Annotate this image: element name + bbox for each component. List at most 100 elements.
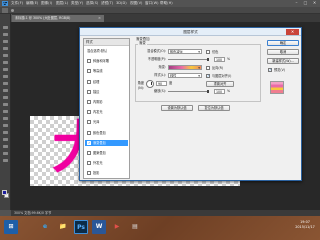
start-button[interactable]: ⊞ [4, 220, 18, 234]
crop-tool-icon[interactable] [3, 54, 8, 57]
eyedropper-tool-icon[interactable] [3, 61, 8, 64]
style-checkbox[interactable] [87, 140, 91, 145]
quick-select-tool-icon[interactable] [3, 47, 8, 50]
ok-button[interactable]: 确定 [267, 40, 299, 46]
cancel-button[interactable]: 取消 [267, 49, 299, 55]
preview-checkbox[interactable] [268, 68, 272, 72]
zoom-tool-icon[interactable] [3, 159, 8, 162]
style-checkbox[interactable] [87, 69, 91, 74]
menu-select[interactable]: 选择(S) [86, 1, 98, 6]
dither-checkbox[interactable] [206, 49, 210, 54]
internet-explorer-icon[interactable]: e [38, 220, 52, 234]
reverse-checkbox[interactable] [206, 65, 210, 70]
style-checkbox[interactable] [87, 120, 91, 125]
menu-layer[interactable]: 图层(L) [56, 1, 68, 6]
move-tool-icon[interactable] [3, 26, 8, 29]
menu-view[interactable]: 视图(V) [130, 1, 142, 6]
style-checkbox[interactable] [87, 161, 91, 166]
menu-filter[interactable]: 滤镜(T) [101, 1, 113, 6]
angle-dial[interactable] [146, 80, 154, 88]
hand-tool-icon[interactable] [3, 152, 8, 155]
reset-alignment-button[interactable]: 重置对齐 [206, 80, 234, 87]
style-checkbox[interactable] [87, 59, 91, 64]
menu-3d[interactable]: 3D(D) [116, 1, 127, 6]
style-item[interactable]: 等高线 [85, 68, 128, 74]
dialog-close-button[interactable]: ✕ [286, 29, 299, 35]
foreground-color-swatch[interactable] [2, 190, 7, 195]
menu-edit[interactable]: 编辑(E) [26, 1, 38, 6]
scale-input[interactable]: 100 [214, 89, 225, 94]
style-checkbox[interactable] [87, 130, 91, 135]
style-item[interactable]: 混合选项:默认 [85, 48, 128, 54]
close-window-button[interactable]: ✕ [310, 0, 319, 6]
app-icon[interactable]: ▤ [128, 220, 142, 234]
dodge-tool-icon[interactable] [3, 117, 8, 120]
new-style-button[interactable]: 新建样式(W)... [267, 58, 299, 64]
style-item[interactable]: 描边 [85, 89, 128, 95]
opacity-slider[interactable] [168, 59, 208, 60]
eraser-tool-icon[interactable] [3, 96, 8, 99]
menu-file[interactable]: 文件(F) [11, 1, 23, 6]
path-select-tool-icon[interactable] [3, 138, 8, 141]
word-icon[interactable]: W [92, 220, 106, 234]
style-item[interactable]: 颜色叠加 [85, 130, 128, 136]
gradient-tool-icon[interactable] [3, 103, 8, 106]
style-checkbox[interactable] [87, 110, 91, 115]
media-player-icon[interactable]: ▶ [110, 220, 124, 234]
opacity-slider-thumb[interactable] [207, 58, 209, 61]
make-default-button[interactable]: 设置为默认值 [161, 105, 193, 111]
style-item-label: 描边 [93, 89, 100, 94]
maximize-button[interactable]: □ [301, 0, 310, 6]
close-tab-icon[interactable]: × [98, 15, 101, 22]
style-item[interactable]: 渐变叠加 [85, 139, 128, 146]
style-item[interactable]: 外发光 [85, 160, 128, 166]
file-explorer-icon[interactable]: 📁 [56, 220, 70, 234]
blend-mode-select[interactable]: 颜色减淡 [168, 49, 202, 54]
style-checkbox[interactable] [87, 79, 91, 84]
clone-stamp-tool-icon[interactable] [3, 82, 8, 85]
style-item[interactable]: 图案叠加 [85, 150, 128, 156]
style-item[interactable]: 光泽 [85, 119, 128, 125]
style-checkbox[interactable] [87, 100, 91, 104]
menu-image[interactable]: 图像(I) [41, 1, 52, 6]
blur-tool-icon[interactable] [3, 110, 8, 113]
marquee-tool-icon[interactable] [3, 33, 8, 36]
shape-tool-icon[interactable] [3, 145, 8, 148]
style-item[interactable]: 内阴影 [85, 99, 128, 105]
brush-tool-icon[interactable] [3, 75, 8, 78]
menu-help[interactable]: 帮助(H) [160, 1, 173, 6]
style-label: 样式(L): [154, 73, 166, 77]
dialog-titlebar[interactable]: 图层样式 ✕ [80, 28, 301, 36]
lasso-tool-icon[interactable] [3, 40, 8, 43]
history-brush-tool-icon[interactable] [3, 89, 8, 92]
healing-tool-icon[interactable] [3, 68, 8, 71]
current-tool-icon[interactable] [2, 8, 8, 13]
scale-slider[interactable] [168, 91, 208, 92]
styles-header[interactable]: 样式 [84, 39, 129, 46]
pen-tool-icon[interactable] [3, 124, 8, 127]
style-select[interactable]: 线性 [168, 73, 202, 78]
menu-type[interactable]: 类型(Y) [71, 1, 83, 6]
scale-slider-thumb[interactable] [207, 90, 209, 93]
style-item[interactable]: 内发光 [85, 109, 128, 115]
minimize-button[interactable]: – [292, 0, 301, 6]
photoshop-taskbar-icon[interactable]: Ps [74, 220, 88, 234]
clock[interactable]: 19:07 2015/11/17 [291, 220, 319, 230]
style-checkbox[interactable] [87, 171, 91, 176]
reset-to-default-button[interactable]: 复位为默认值 [198, 105, 230, 111]
opacity-label: 不透明度(P): [147, 57, 166, 61]
style-checkbox[interactable] [87, 151, 91, 155]
angle-input[interactable]: 90 [156, 81, 167, 86]
type-tool-icon[interactable] [3, 131, 8, 134]
style-item[interactable]: 斜面和浮雕 [85, 58, 128, 64]
gradient-picker[interactable] [168, 65, 202, 70]
align-with-layer-checkbox[interactable] [206, 73, 210, 78]
style-item-label: 等高线 [93, 69, 103, 74]
style-item[interactable]: 投影 [85, 170, 128, 176]
opacity-input[interactable]: 100 [214, 57, 225, 62]
document-tab[interactable]: 未标题-1 @ 300% (大肚图层, RGB/8) [12, 15, 104, 22]
brush-preset-icon[interactable] [11, 9, 14, 12]
style-item[interactable]: 纹理 [85, 79, 128, 85]
style-checkbox[interactable] [87, 89, 91, 94]
menu-window[interactable]: 窗口(W) [145, 1, 159, 6]
